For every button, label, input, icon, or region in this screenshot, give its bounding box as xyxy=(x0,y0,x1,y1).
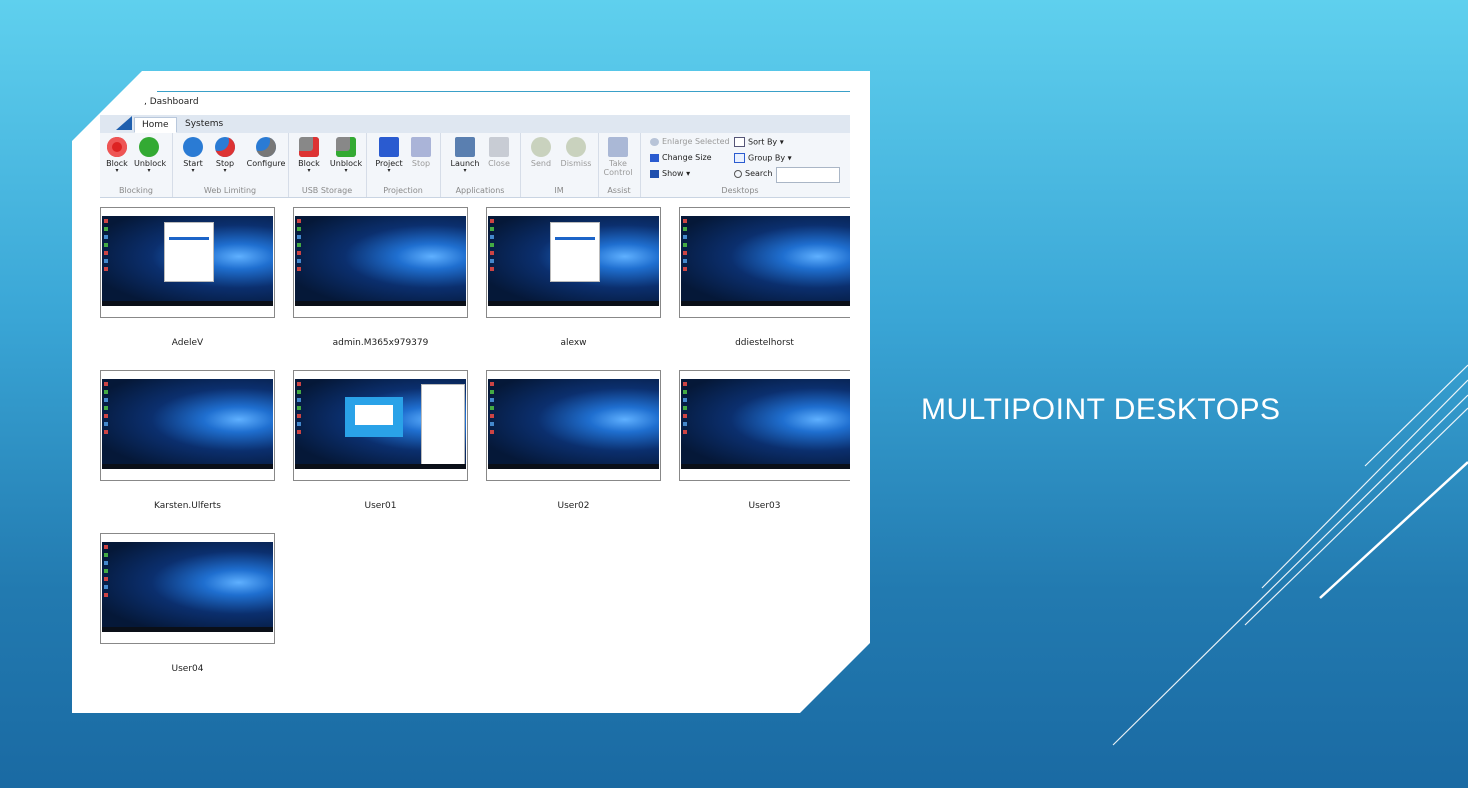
slide-title: MULTIPOINT DESKTOPS xyxy=(921,393,1281,426)
group-applications: Launch ▾ Close Applications xyxy=(440,133,521,197)
group-usb-storage: Block ▾ Unblock ▾ USB Storage xyxy=(288,133,367,197)
group-icon xyxy=(734,153,745,163)
tab-home[interactable]: Home xyxy=(134,117,177,133)
group-label-projection: Projection xyxy=(383,186,423,195)
change-size-button[interactable]: Change Size xyxy=(650,153,712,162)
group-label-im: IM xyxy=(554,186,564,195)
group-label-usb-storage: USB Storage xyxy=(301,186,353,195)
desktop-tile[interactable]: User02 xyxy=(486,370,661,511)
close-app-icon xyxy=(489,137,509,157)
group-label-blocking: Blocking xyxy=(118,186,153,195)
usb-unblock-icon xyxy=(336,137,356,157)
project-icon xyxy=(379,137,399,157)
launch-button[interactable]: Launch ▾ xyxy=(450,137,480,174)
unblock-button[interactable]: Unblock ▾ xyxy=(134,137,166,174)
desktop-label: admin.M365x979379 xyxy=(332,338,429,348)
desktop-thumbnail[interactable] xyxy=(293,207,468,318)
search-label: Search xyxy=(734,169,772,178)
enlarge-selected-button[interactable]: Enlarge Selected xyxy=(650,137,730,146)
unblock-icon xyxy=(139,137,159,157)
desktop-tile[interactable]: User03 xyxy=(679,370,850,511)
launch-icon xyxy=(455,137,475,157)
desktop-thumbnail[interactable] xyxy=(100,370,275,481)
group-label-web-limiting: Web Limiting xyxy=(203,186,257,195)
desktop-tile[interactable]: admin.M365x979379 xyxy=(293,207,468,348)
tab-systems[interactable]: Systems xyxy=(178,117,230,131)
group-label-applications: Applications xyxy=(455,186,505,195)
desktop-label: Karsten.Ulferts xyxy=(154,501,221,511)
group-label-assist: Assist xyxy=(607,186,631,195)
sort-by-dropdown[interactable]: Sort By ▾ xyxy=(734,137,784,147)
take-control-icon xyxy=(608,137,628,157)
group-web-limiting: Start ▾ Stop ▾ Configure Web Limiting xyxy=(172,133,289,197)
dismiss-people-icon xyxy=(566,137,586,157)
take-control-button[interactable]: Take Control xyxy=(603,137,633,177)
globe-icon xyxy=(183,137,203,157)
magnifier-plus-icon xyxy=(650,137,659,146)
window-top-border xyxy=(157,91,850,92)
search-icon xyxy=(734,169,742,178)
search-input[interactable] xyxy=(776,167,840,183)
desktop-tile[interactable]: User01 xyxy=(293,370,468,511)
desktop-thumbnail[interactable] xyxy=(679,370,850,481)
send-people-icon xyxy=(531,137,551,157)
desktop-label: alexw xyxy=(560,338,587,348)
web-configure-button[interactable]: Configure xyxy=(246,137,286,168)
projection-stop-icon xyxy=(411,137,431,157)
sort-icon xyxy=(734,137,745,147)
desktop-label: AdeleV xyxy=(171,338,204,348)
desktop-tile[interactable]: Karsten.Ulferts xyxy=(100,370,275,511)
project-button[interactable]: Project ▾ xyxy=(374,137,404,174)
usb-block-button[interactable]: Block ▾ xyxy=(294,137,324,174)
desktop-label: User03 xyxy=(748,501,781,511)
monitor-icon xyxy=(650,169,659,178)
block-icon xyxy=(107,137,127,157)
usb-unblock-button[interactable]: Unblock ▾ xyxy=(328,137,364,174)
send-im-button[interactable]: Send xyxy=(526,137,556,168)
desktop-thumbnail[interactable] xyxy=(100,207,275,318)
desktop-tile[interactable]: User04 xyxy=(100,533,275,674)
group-desktops: Enlarge Selected Change Size Show ▾ Sort… xyxy=(640,133,840,197)
breadcrumb: , Dashboard xyxy=(144,97,199,107)
desktop-thumbnail[interactable] xyxy=(293,370,468,481)
desktop-label: User01 xyxy=(364,501,397,511)
desktop-thumbnail[interactable] xyxy=(100,533,275,644)
projection-stop-button[interactable]: Stop xyxy=(406,137,436,168)
group-label-desktops: Desktops xyxy=(721,186,759,195)
group-blocking: Block ▾ Unblock ▾ Blocking xyxy=(100,133,173,197)
desktop-thumbnail[interactable] xyxy=(486,207,661,318)
show-dropdown[interactable]: Show ▾ xyxy=(650,169,690,178)
desktop-label: ddiestelhorst xyxy=(735,338,794,348)
desktop-thumbnail[interactable] xyxy=(486,370,661,481)
group-by-dropdown[interactable]: Group By ▾ xyxy=(734,153,792,163)
ribbon-tabs: Home Systems xyxy=(100,115,850,134)
desktop-tile[interactable]: ddiestelhorst xyxy=(679,207,850,348)
web-start-button[interactable]: Start ▾ xyxy=(178,137,208,174)
usb-block-icon xyxy=(299,137,319,157)
app-menu-icon[interactable] xyxy=(116,116,132,130)
group-assist: Take Control Assist xyxy=(598,133,641,197)
globe-stop-icon xyxy=(215,137,235,157)
desktop-label: User02 xyxy=(557,501,590,511)
group-im: Send Dismiss IM xyxy=(520,133,599,197)
close-app-button[interactable]: Close xyxy=(484,137,514,168)
web-stop-button[interactable]: Stop ▾ xyxy=(210,137,240,174)
ribbon: Block ▾ Unblock ▾ Blocking Start ▾ Stop ▾ Co… xyxy=(100,133,850,198)
desktop-label: User04 xyxy=(171,664,204,674)
desktop-thumbnail[interactable] xyxy=(679,207,850,318)
multipoint-dashboard-screenshot: , Dashboard Home Systems Block ▾ Unblock ▾… xyxy=(72,71,870,713)
block-button[interactable]: Block ▾ xyxy=(102,137,132,174)
desktop-tile[interactable]: AdeleV xyxy=(100,207,275,348)
dismiss-im-button[interactable]: Dismiss xyxy=(558,137,594,168)
desktop-tile[interactable]: alexw xyxy=(486,207,661,348)
group-projection: Project ▾ Stop Projection xyxy=(366,133,441,197)
globe-gear-icon xyxy=(256,137,276,157)
resize-icon xyxy=(650,153,659,162)
